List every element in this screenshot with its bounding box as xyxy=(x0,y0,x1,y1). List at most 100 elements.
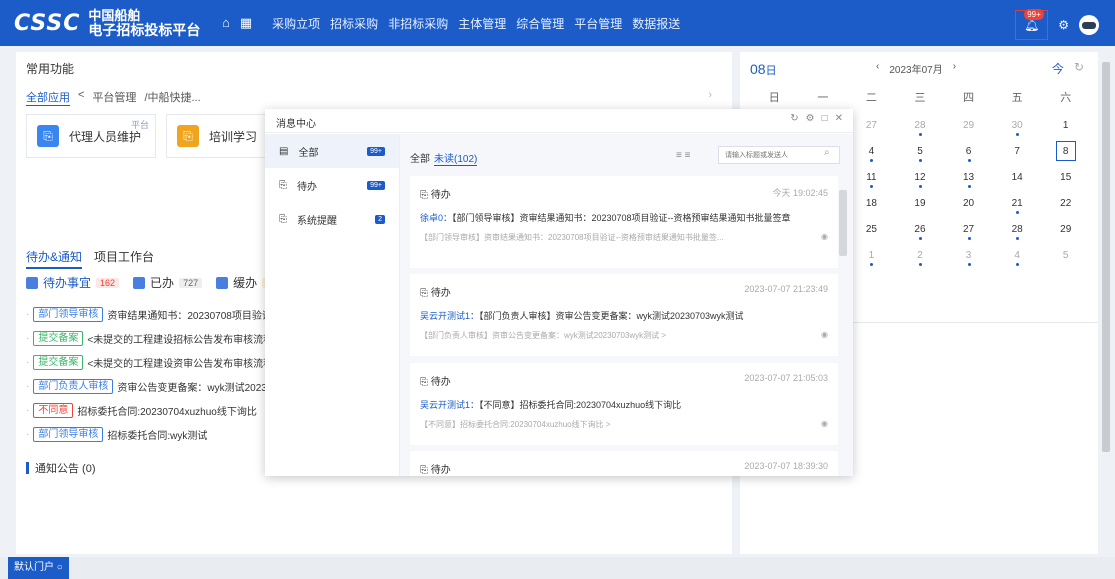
mark-read-icon[interactable]: ≡ ≡ xyxy=(676,150,690,161)
eye-icon[interactable]: ◉ xyxy=(821,419,828,430)
eye-icon[interactable]: ◉ xyxy=(821,330,828,341)
tab-all[interactable]: 全部 xyxy=(410,150,430,166)
calendar-day[interactable]: 4 xyxy=(847,138,896,164)
tab-project-workbench[interactable]: 项目工作台 xyxy=(94,248,154,269)
calendar-day[interactable]: 5 xyxy=(1041,242,1090,268)
crumb-shortcut[interactable]: /中船快捷... xyxy=(144,89,200,106)
calendar-day[interactable]: 12 xyxy=(896,164,945,190)
list-item[interactable]: · 不同意 招标委托合同:20230704xuzhuo线下询比 xyxy=(26,398,276,422)
sidebar-item-todo[interactable]: ⎘ 待办 99+ xyxy=(265,168,399,202)
nav-item[interactable]: 平台管理 xyxy=(574,15,622,32)
calendar-day[interactable]: 1 xyxy=(1041,112,1090,138)
message-card[interactable]: ⎘ 待办 今天 19:02:45 徐卓0：【部门领导审核】资审结果通知书：2023… xyxy=(410,176,838,268)
calendar-day[interactable]: 21 xyxy=(993,190,1042,216)
calendar-day[interactable]: 20 xyxy=(944,190,993,216)
calendar-day[interactable]: 15 xyxy=(1041,164,1090,190)
eye-icon[interactable]: ◉ xyxy=(821,232,828,243)
list-item[interactable]: · 提交备案 <未提交的工程建设招标公告发布审核流程> xyxy=(26,326,276,350)
calendar-day[interactable]: 19 xyxy=(896,190,945,216)
calendar-day[interactable]: 14 xyxy=(993,164,1042,190)
shortcut-card-agent[interactable]: ⎘ 代理人员维护 平台 xyxy=(26,114,156,158)
crumb-all-apps[interactable]: 全部应用 xyxy=(26,89,70,106)
nav-item[interactable]: 招标采购 xyxy=(330,15,378,32)
gear-icon[interactable]: ⚙ xyxy=(806,113,815,124)
nav-item[interactable]: 主体管理 xyxy=(458,15,506,32)
calendar-day[interactable]: 7 xyxy=(993,138,1042,164)
calendar-day[interactable]: 25 xyxy=(847,216,896,242)
home-icon[interactable]: ⌂ xyxy=(222,15,230,31)
nav-item[interactable]: 采购立项 xyxy=(272,15,320,32)
nav-item[interactable]: 综合管理 xyxy=(516,15,564,32)
todo-icon xyxy=(26,276,38,289)
sidebar-label: 系统提醒 xyxy=(297,215,337,227)
calendar-day[interactable]: 1 xyxy=(847,242,896,268)
list-item[interactable]: · 提交备案 <未提交的工程建设资审公告发布审核流程> xyxy=(26,350,276,374)
default-portal-button[interactable]: 默认门户 ○ xyxy=(8,557,69,579)
day-number: 4 xyxy=(868,145,875,157)
tab-unread[interactable]: 未读(102) xyxy=(434,150,478,166)
calendar-day-selected[interactable]: 8 xyxy=(1041,138,1090,164)
calendar-day[interactable]: 27 xyxy=(847,112,896,138)
chevron-left-icon[interactable]: ‹ xyxy=(876,61,879,76)
avatar[interactable] xyxy=(1079,15,1099,35)
calendar-day[interactable]: 28 xyxy=(896,112,945,138)
crumb-back[interactable]: < xyxy=(78,89,84,106)
message-card[interactable]: ⎘ 待办 2023-07-07 21:23:49 吴云开测试1：【部门负责人审核】… xyxy=(410,274,838,356)
todo-pending[interactable]: 待办事宜 162 xyxy=(26,274,120,291)
crumb-platform[interactable]: 平台管理 xyxy=(92,89,136,106)
page-scrollbar[interactable] xyxy=(1101,52,1111,554)
calendar-day[interactable]: 11 xyxy=(847,164,896,190)
calendar-day[interactable]: 29 xyxy=(1041,216,1090,242)
refresh-icon[interactable]: ↻ xyxy=(1074,60,1084,77)
calendar-day[interactable]: 5 xyxy=(896,138,945,164)
message-search-input[interactable] xyxy=(718,146,840,164)
event-dot xyxy=(870,185,874,188)
search-icon[interactable]: ⌕ xyxy=(824,147,830,158)
nav-item[interactable]: 非招标采购 xyxy=(388,15,448,32)
message-card[interactable]: ⎘ 待办 2023-07-07 18:39:30 xyxy=(410,451,838,476)
notice-section[interactable]: 通知公告 (0) xyxy=(26,460,96,476)
chevron-right-icon[interactable]: › xyxy=(708,89,712,101)
notification-bell-button[interactable]: 99+ 🔔︎ xyxy=(1015,9,1049,40)
msg-type: ⎘ 待办 xyxy=(420,377,451,388)
list-item[interactable]: · 部门负责人审核 资审公告变更备案：wyk测试2023070 xyxy=(26,374,276,398)
logo[interactable]: CSSC 中国船舶 电子招标投标平台 xyxy=(0,8,220,38)
calendar-day[interactable]: 3 xyxy=(944,242,993,268)
chevron-right-icon[interactable]: › xyxy=(953,61,956,76)
maximize-icon[interactable]: □ xyxy=(822,113,828,124)
today-button[interactable]: 今 xyxy=(1052,60,1064,77)
calendar-day[interactable]: 4 xyxy=(993,242,1042,268)
settings-icon[interactable]: ⚙ xyxy=(1058,18,1069,32)
calendar-month-label: 2023年07月 xyxy=(889,65,943,76)
calendar-day[interactable]: 13 xyxy=(944,164,993,190)
refresh-icon[interactable]: ↻ xyxy=(790,113,798,124)
message-card[interactable]: ⎘ 待办 2023-07-07 21:05:03 吴云开测试1：【不同意】招标委托… xyxy=(410,363,838,445)
sidebar-item-system[interactable]: ⎘ 系统提醒 2 xyxy=(265,202,399,236)
scrollbar-thumb[interactable] xyxy=(1102,62,1110,452)
todo-done[interactable]: 已办 727 xyxy=(133,274,203,291)
apps-grid-icon[interactable]: ▦ xyxy=(240,15,252,31)
calendar-day[interactable]: 22 xyxy=(1041,190,1090,216)
tab-todo-notice[interactable]: 待办&通知 xyxy=(26,248,83,269)
count-badge: 2 xyxy=(375,214,385,224)
day-number: 7 xyxy=(1014,145,1020,157)
list-item[interactable]: · 部门领导审核 招标委托合同:wyk测试 xyxy=(26,422,276,446)
msg-type: ⎘ 待办 xyxy=(420,190,451,201)
close-icon[interactable]: ✕ xyxy=(835,113,843,124)
calendar-day[interactable]: 27 xyxy=(944,216,993,242)
sidebar-item-all[interactable]: ▤ 全部 99+ xyxy=(265,134,399,168)
event-dot xyxy=(918,159,922,162)
scrollbar-thumb[interactable] xyxy=(839,190,847,256)
nav-item[interactable]: 数据报送 xyxy=(632,15,680,32)
calendar-day[interactable]: 26 xyxy=(896,216,945,242)
calendar-day[interactable]: 30 xyxy=(993,112,1042,138)
calendar-day[interactable]: 28 xyxy=(993,216,1042,242)
calendar-day[interactable]: 29 xyxy=(944,112,993,138)
calendar-day[interactable]: 18 xyxy=(847,190,896,216)
calendar-day[interactable]: 6 xyxy=(944,138,993,164)
bell-icon: 🔔︎ xyxy=(1024,18,1040,32)
message-list-scrollbar[interactable] xyxy=(839,176,847,466)
list-item[interactable]: · 部门领导审核 资审结果通知书：20230708项目验证-- xyxy=(26,302,276,326)
calendar-day[interactable]: 2 xyxy=(896,242,945,268)
msg-type: ⎘ 待办 xyxy=(420,288,451,299)
